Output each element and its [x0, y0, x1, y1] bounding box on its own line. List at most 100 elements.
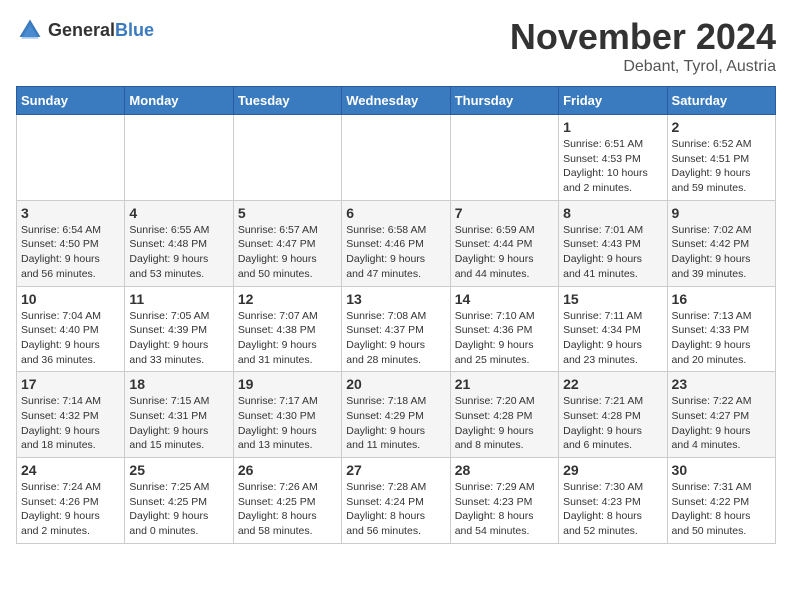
- day-info-30: Sunrise: 7:31 AM Sunset: 4:22 PM Dayligh…: [672, 480, 771, 539]
- cell-1-6: 1 Sunrise: 6:51 AM Sunset: 4:53 PM Daylig…: [559, 115, 667, 201]
- day-number-19: 19: [238, 376, 337, 392]
- day-info-29: Sunrise: 7:30 AM Sunset: 4:23 PM Dayligh…: [563, 480, 662, 539]
- cell-3-6: 15 Sunrise: 7:11 AM Sunset: 4:34 PM Dayli…: [559, 286, 667, 372]
- day-number-20: 20: [346, 376, 445, 392]
- logo: GeneralBlue: [16, 16, 154, 44]
- cell-2-6: 8 Sunrise: 7:01 AM Sunset: 4:43 PM Daylig…: [559, 200, 667, 286]
- cell-5-7: 30 Sunrise: 7:31 AM Sunset: 4:22 PM Dayli…: [667, 458, 775, 544]
- cell-5-5: 28Sunrise: 7:29 AM Sunset: 4:23 PM Dayli…: [450, 458, 558, 544]
- cell-5-3: 26 Sunrise: 7:26 AM Sunset: 4:25 PM Dayli…: [233, 458, 341, 544]
- header-sunday: Sunday: [17, 87, 125, 115]
- day-number-29: 29: [563, 462, 662, 478]
- header-monday: Monday: [125, 87, 233, 115]
- week-row-3: 10Sunrise: 7:04 AM Sunset: 4:40 PM Dayli…: [17, 286, 776, 372]
- day-info-18: Sunrise: 7:15 AM Sunset: 4:31 PM Dayligh…: [129, 394, 228, 453]
- day-info-13: Sunrise: 7:08 AM Sunset: 4:37 PM Dayligh…: [346, 309, 445, 368]
- day-info-19: Sunrise: 7:17 AM Sunset: 4:30 PM Dayligh…: [238, 394, 337, 453]
- cell-3-7: 16Sunrise: 7:13 AM Sunset: 4:33 PM Dayli…: [667, 286, 775, 372]
- header-tuesday: Tuesday: [233, 87, 341, 115]
- day-info-2: Sunrise: 6:52 AM Sunset: 4:51 PM Dayligh…: [672, 137, 771, 196]
- day-info-26: Sunrise: 7:26 AM Sunset: 4:25 PM Dayligh…: [238, 480, 337, 539]
- day-number-8: 8: [563, 205, 662, 221]
- week-row-5: 24Sunrise: 7:24 AM Sunset: 4:26 PM Dayli…: [17, 458, 776, 544]
- cell-2-3: 5 Sunrise: 6:57 AM Sunset: 4:47 PM Daylig…: [233, 200, 341, 286]
- day-number-17: 17: [21, 376, 120, 392]
- day-number-13: 13: [346, 291, 445, 307]
- week-row-2: 3 Sunrise: 6:54 AM Sunset: 4:50 PM Daylig…: [17, 200, 776, 286]
- day-number-6: 6: [346, 205, 445, 221]
- cell-2-1: 3 Sunrise: 6:54 AM Sunset: 4:50 PM Daylig…: [17, 200, 125, 286]
- cell-4-4: 20 Sunrise: 7:18 AM Sunset: 4:29 PM Dayli…: [342, 372, 450, 458]
- header-saturday: Saturday: [667, 87, 775, 115]
- day-info-9: Sunrise: 7:02 AM Sunset: 4:42 PM Dayligh…: [672, 223, 771, 282]
- day-number-27: 27: [346, 462, 445, 478]
- cell-3-2: 11Sunrise: 7:05 AM Sunset: 4:39 PM Dayli…: [125, 286, 233, 372]
- day-number-7: 7: [455, 205, 554, 221]
- cell-2-7: 9 Sunrise: 7:02 AM Sunset: 4:42 PM Daylig…: [667, 200, 775, 286]
- header-wednesday: Wednesday: [342, 87, 450, 115]
- header-friday: Friday: [559, 87, 667, 115]
- day-info-12: Sunrise: 7:07 AM Sunset: 4:38 PM Dayligh…: [238, 309, 337, 368]
- header-thursday: Thursday: [450, 87, 558, 115]
- day-info-22: Sunrise: 7:21 AM Sunset: 4:28 PM Dayligh…: [563, 394, 662, 453]
- day-info-5: Sunrise: 6:57 AM Sunset: 4:47 PM Dayligh…: [238, 223, 337, 282]
- day-number-2: 2: [672, 119, 771, 135]
- calendar-body: 1 Sunrise: 6:51 AM Sunset: 4:53 PM Daylig…: [17, 115, 776, 544]
- day-number-25: 25: [129, 462, 228, 478]
- month-title: November 2024: [510, 16, 776, 58]
- cell-1-5: [450, 115, 558, 201]
- weekday-row: Sunday Monday Tuesday Wednesday Thursday…: [17, 87, 776, 115]
- day-number-21: 21: [455, 376, 554, 392]
- week-row-1: 1 Sunrise: 6:51 AM Sunset: 4:53 PM Daylig…: [17, 115, 776, 201]
- day-info-8: Sunrise: 7:01 AM Sunset: 4:43 PM Dayligh…: [563, 223, 662, 282]
- day-number-28: 28: [455, 462, 554, 478]
- title-area: November 2024 Debant, Tyrol, Austria: [510, 16, 776, 76]
- day-info-4: Sunrise: 6:55 AM Sunset: 4:48 PM Dayligh…: [129, 223, 228, 282]
- cell-1-2: [125, 115, 233, 201]
- calendar-table: Sunday Monday Tuesday Wednesday Thursday…: [16, 86, 776, 544]
- logo-icon: [16, 16, 44, 44]
- day-number-11: 11: [129, 291, 228, 307]
- day-number-4: 4: [129, 205, 228, 221]
- logo-text: GeneralBlue: [48, 20, 154, 41]
- day-info-14: Sunrise: 7:10 AM Sunset: 4:36 PM Dayligh…: [455, 309, 554, 368]
- cell-5-1: 24Sunrise: 7:24 AM Sunset: 4:26 PM Dayli…: [17, 458, 125, 544]
- day-number-18: 18: [129, 376, 228, 392]
- day-info-20: Sunrise: 7:18 AM Sunset: 4:29 PM Dayligh…: [346, 394, 445, 453]
- cell-4-6: 22Sunrise: 7:21 AM Sunset: 4:28 PM Dayli…: [559, 372, 667, 458]
- day-number-15: 15: [563, 291, 662, 307]
- week-row-4: 17Sunrise: 7:14 AM Sunset: 4:32 PM Dayli…: [17, 372, 776, 458]
- day-number-30: 30: [672, 462, 771, 478]
- day-info-6: Sunrise: 6:58 AM Sunset: 4:46 PM Dayligh…: [346, 223, 445, 282]
- day-number-26: 26: [238, 462, 337, 478]
- day-info-3: Sunrise: 6:54 AM Sunset: 4:50 PM Dayligh…: [21, 223, 120, 282]
- cell-3-1: 10Sunrise: 7:04 AM Sunset: 4:40 PM Dayli…: [17, 286, 125, 372]
- cell-2-2: 4 Sunrise: 6:55 AM Sunset: 4:48 PM Daylig…: [125, 200, 233, 286]
- day-number-14: 14: [455, 291, 554, 307]
- location-title: Debant, Tyrol, Austria: [510, 58, 776, 76]
- logo-blue: Blue: [115, 20, 154, 40]
- day-number-3: 3: [21, 205, 120, 221]
- day-info-21: Sunrise: 7:20 AM Sunset: 4:28 PM Dayligh…: [455, 394, 554, 453]
- logo-general: General: [48, 20, 115, 40]
- day-number-23: 23: [672, 376, 771, 392]
- day-info-10: Sunrise: 7:04 AM Sunset: 4:40 PM Dayligh…: [21, 309, 120, 368]
- cell-4-3: 19 Sunrise: 7:17 AM Sunset: 4:30 PM Dayli…: [233, 372, 341, 458]
- day-number-16: 16: [672, 291, 771, 307]
- day-info-27: Sunrise: 7:28 AM Sunset: 4:24 PM Dayligh…: [346, 480, 445, 539]
- cell-4-2: 18 Sunrise: 7:15 AM Sunset: 4:31 PM Dayli…: [125, 372, 233, 458]
- header: GeneralBlue November 2024 Debant, Tyrol,…: [16, 16, 776, 76]
- day-info-15: Sunrise: 7:11 AM Sunset: 4:34 PM Dayligh…: [563, 309, 662, 368]
- cell-5-4: 27 Sunrise: 7:28 AM Sunset: 4:24 PM Dayli…: [342, 458, 450, 544]
- cell-1-7: 2 Sunrise: 6:52 AM Sunset: 4:51 PM Daylig…: [667, 115, 775, 201]
- day-number-24: 24: [21, 462, 120, 478]
- day-number-5: 5: [238, 205, 337, 221]
- cell-3-5: 14 Sunrise: 7:10 AM Sunset: 4:36 PM Dayli…: [450, 286, 558, 372]
- day-info-7: Sunrise: 6:59 AM Sunset: 4:44 PM Dayligh…: [455, 223, 554, 282]
- day-number-1: 1: [563, 119, 662, 135]
- day-info-25: Sunrise: 7:25 AM Sunset: 4:25 PM Dayligh…: [129, 480, 228, 539]
- day-info-1: Sunrise: 6:51 AM Sunset: 4:53 PM Dayligh…: [563, 137, 662, 196]
- day-number-9: 9: [672, 205, 771, 221]
- cell-2-4: 6 Sunrise: 6:58 AM Sunset: 4:46 PM Daylig…: [342, 200, 450, 286]
- day-number-12: 12: [238, 291, 337, 307]
